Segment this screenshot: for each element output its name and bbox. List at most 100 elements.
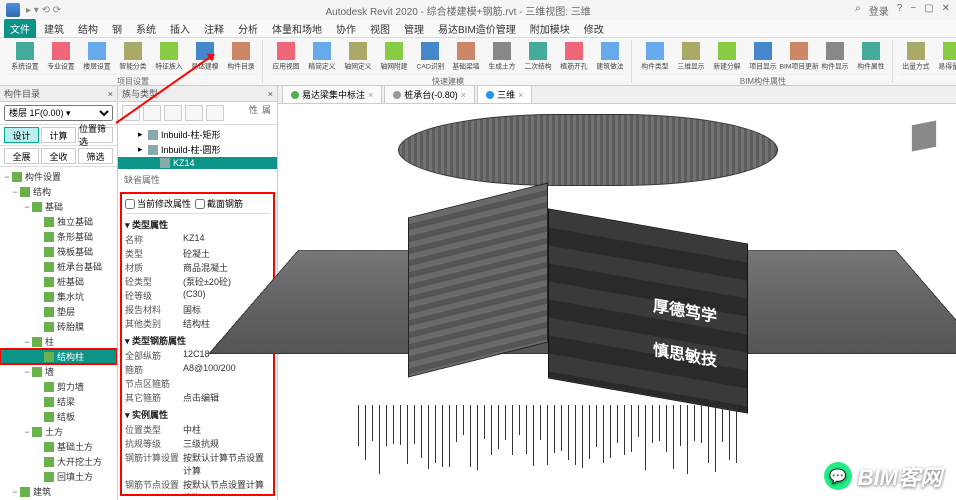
ribbon-易得量表[interactable]: 易得量表 (935, 40, 956, 74)
tree-item[interactable]: 集水坑 (0, 289, 117, 304)
ribbon-系统设置[interactable]: 系统设置 (8, 40, 42, 74)
menu-10[interactable]: 视图 (364, 19, 396, 38)
ribbon-植筋开孔[interactable]: 植筋开孔 (557, 40, 591, 74)
copy-icon[interactable] (164, 105, 182, 121)
ribbon-精简定义[interactable]: 精简定义 (305, 40, 339, 74)
prop-row[interactable]: 箍筋A8@100/200 (125, 362, 270, 376)
toggle-设计[interactable]: 设计 (4, 127, 39, 143)
toggle-筛选[interactable]: 筛选 (78, 148, 113, 164)
floor-select[interactable]: 楼层 1F(0.00) ▾ (4, 105, 113, 121)
prop-row[interactable]: 其它箍筋点击编辑 (125, 390, 270, 404)
ribbon-基础梁墙[interactable]: 基础梁墙 (449, 40, 483, 74)
prop-row[interactable]: 材质商品混凝土 (125, 260, 270, 274)
ribbon-CAD识别[interactable]: CAD识别 (413, 40, 447, 74)
quick-access[interactable]: ▸ ▾ ⟲ ⟳ (26, 5, 61, 16)
search-icon[interactable]: ⌕ (855, 3, 861, 18)
tree-item[interactable]: −结构 (0, 184, 117, 199)
user-label[interactable]: 登录 (869, 3, 889, 18)
tree-item[interactable]: 桩承台基础 (0, 259, 117, 274)
minimize-icon[interactable]: − (910, 3, 916, 18)
tree-item[interactable]: 结梁 (0, 394, 117, 409)
ribbon-智能分类[interactable]: 智能分类 (116, 40, 150, 74)
menu-2[interactable]: 结构 (72, 19, 104, 38)
ribbon-构件显示[interactable]: 构件显示 (818, 40, 852, 74)
menu-9[interactable]: 协作 (330, 19, 362, 38)
help-icon[interactable]: ? (897, 3, 903, 18)
tree-item[interactable]: 结板 (0, 409, 117, 424)
ribbon-新建分解[interactable]: 新建分解 (710, 40, 744, 74)
ribbon-BIM项目更新[interactable]: BIM项目更新 (782, 40, 816, 74)
maximize-icon[interactable]: ▢ (924, 3, 933, 18)
view-cube[interactable] (902, 114, 946, 158)
prop-row[interactable]: 抗规等级三级抗规 (125, 436, 270, 450)
prop-section-title[interactable]: ▾ 实例属性 (125, 407, 270, 422)
tree-item[interactable]: 大开挖土方 (0, 454, 117, 469)
ribbon-构件目录[interactable]: 构件目录 (224, 40, 258, 74)
tree-item[interactable]: 剪力墙 (0, 379, 117, 394)
tree-item[interactable]: −建筑 (0, 484, 117, 499)
component-tree[interactable]: −构件设置−结构−基础独立基础条形基础筏板基础桩承台基础桩基础集水坑垫层砖胎膜−… (0, 167, 117, 500)
tree-item[interactable]: 独立基础 (0, 214, 117, 229)
tree-item[interactable]: −柱 (0, 334, 117, 349)
menu-14[interactable]: 修改 (578, 19, 610, 38)
ribbon-三维显示[interactable]: 三维显示 (674, 40, 708, 74)
ribbon-生成土方[interactable]: 生成土方 (485, 40, 519, 74)
tree-item[interactable]: 垫层 (0, 304, 117, 319)
ribbon-轴网附建[interactable]: 轴网附建 (377, 40, 411, 74)
ribbon-应用视图[interactable]: 应用视图 (269, 40, 303, 74)
view-tab[interactable]: 桩承台(-0.80)× (384, 85, 475, 103)
prop-row[interactable]: 位置类型中柱 (125, 422, 270, 436)
tree-item[interactable]: −构件设置 (0, 169, 117, 184)
view-tab[interactable]: 三维× (477, 85, 532, 103)
tree-item[interactable]: 基础土方 (0, 439, 117, 454)
left-close-icon[interactable]: × (108, 89, 113, 99)
tree-item[interactable]: 筏板基础 (0, 244, 117, 259)
current-edit-checkbox[interactable]: 当前修改属性 (125, 197, 191, 210)
prop-row[interactable]: 砼等级(C30) (125, 288, 270, 302)
ribbon-特征族入[interactable]: 特征族入 (152, 40, 186, 74)
mid-close-icon[interactable]: × (268, 89, 273, 99)
menu-7[interactable]: 分析 (232, 19, 264, 38)
ribbon-专业设置[interactable]: 专业设置 (44, 40, 78, 74)
ribbon-项目显示[interactable]: 项目显示 (746, 40, 780, 74)
prop-section-title[interactable]: ▾ 类型属性 (125, 217, 270, 232)
prop-row[interactable]: 砼类型(泵砼±20砼) (125, 274, 270, 288)
menu-12[interactable]: 易达BIM造价管理 (432, 19, 522, 38)
menu-0[interactable]: 文件 (4, 19, 36, 38)
toggle-位置筛选[interactable]: 位置筛选 (78, 127, 113, 143)
section-rebar-checkbox[interactable]: 截面钢筋 (195, 197, 243, 210)
menu-6[interactable]: 注释 (198, 19, 230, 38)
prop-row[interactable]: 类型砼凝土 (125, 246, 270, 260)
family-item[interactable]: KZ14 (118, 157, 277, 169)
menu-1[interactable]: 建筑 (38, 19, 70, 38)
toggle-计算[interactable]: 计算 (41, 127, 76, 143)
prop-row[interactable]: 保护层厚度(mm)(20) (125, 491, 270, 496)
toggle-全收[interactable]: 全收 (41, 148, 76, 164)
tree-item[interactable]: 结构柱 (0, 349, 117, 364)
ribbon-楼层设置[interactable]: 楼层设置 (80, 40, 114, 74)
ribbon-建筑做法[interactable]: 建筑做法 (593, 40, 627, 74)
ribbon-轴网定义[interactable]: 轴网定义 (341, 40, 375, 74)
view-tab[interactable]: 易达梁集中标注× (282, 85, 382, 103)
ribbon-出量方式[interactable]: 出量方式 (899, 40, 933, 74)
ribbon-二次结构[interactable]: 二次结构 (521, 40, 555, 74)
toggle-全展[interactable]: 全展 (4, 148, 39, 164)
family-item[interactable]: ▸Inbuild-柱-矩形 (118, 127, 277, 142)
prop-row[interactable]: 钢筋节点设置按默认节点设置计算 (125, 477, 270, 491)
expand-icon[interactable] (206, 105, 224, 121)
prop-row[interactable]: 钢筋计算设置按默认计算节点设置计算 (125, 450, 270, 477)
3d-canvas[interactable]: 厚德笃学 慎思敏技 💬 BIM客网 (278, 104, 956, 500)
menu-3[interactable]: 钢 (106, 19, 128, 38)
ribbon-构件属性[interactable]: 构件属性 (854, 40, 888, 74)
tree-item[interactable]: −基础 (0, 199, 117, 214)
menu-4[interactable]: 系统 (130, 19, 162, 38)
tree-item[interactable]: 回填土方 (0, 469, 117, 484)
close-icon[interactable]: ✕ (942, 3, 950, 18)
tree-item[interactable]: −墙 (0, 364, 117, 379)
prop-row[interactable]: 名称KZ14 (125, 232, 270, 246)
tree-item[interactable]: 砖胎膜 (0, 319, 117, 334)
menu-11[interactable]: 管理 (398, 19, 430, 38)
collapse-icon[interactable] (185, 105, 203, 121)
tree-item[interactable]: −土方 (0, 424, 117, 439)
menu-8[interactable]: 体量和场地 (266, 19, 328, 38)
